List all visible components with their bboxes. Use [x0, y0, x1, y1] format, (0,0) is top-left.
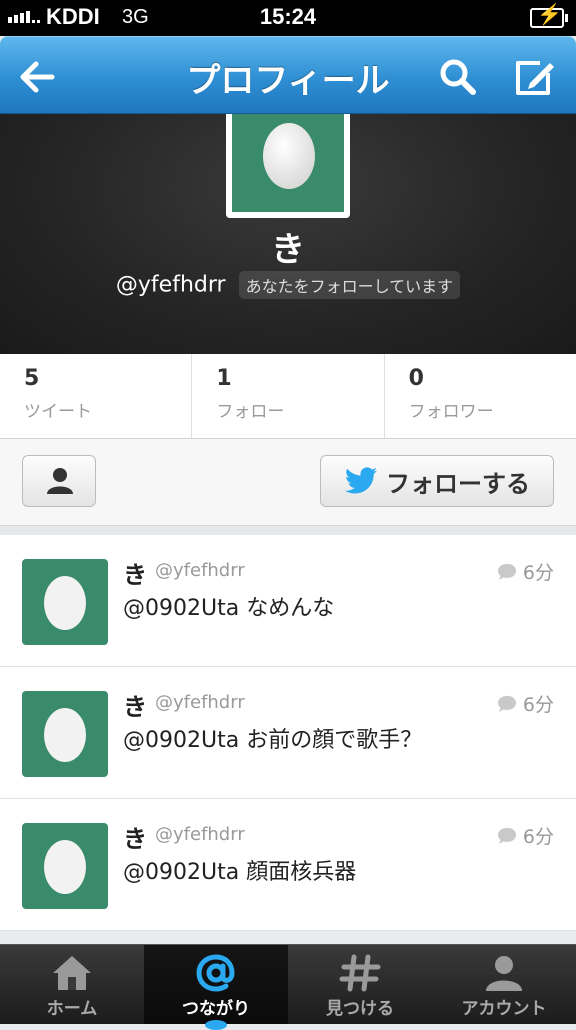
tab-label: つながり	[182, 999, 250, 1019]
tweet-text: @0902Uta お前の顔で歌手？	[123, 728, 423, 753]
tweet-item[interactable]: き @yfefhdrr 6分 @0902Uta 顔面核兵器	[0, 799, 576, 931]
reply-bubble-icon	[497, 695, 516, 712]
hash-icon	[339, 954, 381, 992]
tweet-avatar[interactable]	[22, 559, 108, 645]
at-icon	[196, 954, 235, 992]
egg-icon	[44, 840, 86, 894]
compose-icon[interactable]	[512, 55, 556, 99]
search-icon[interactable]	[436, 55, 480, 99]
navigation-bar: プロフィール	[0, 36, 576, 114]
follows-you-badge: あなたをフォローしています	[238, 271, 461, 299]
stat-label: ツイート	[24, 402, 92, 422]
tweet-author-name: き	[123, 825, 147, 853]
tweet-time-label: 6分	[522, 826, 554, 848]
egg-icon	[44, 708, 86, 762]
tweet-author-name: き	[123, 693, 147, 721]
tweet-text: @0902Uta なめんな	[123, 596, 335, 621]
tweet-item[interactable]: き @yfefhdrr 6分 @0902Uta なめんな	[0, 535, 576, 667]
stat-count: 0	[408, 366, 424, 391]
tab-label: アカウント	[461, 999, 547, 1019]
stat-tweets[interactable]: 5 ツイート	[0, 354, 193, 438]
tweet-author-handle: @yfefhdrr	[155, 560, 245, 581]
tab-home[interactable]: ホーム	[0, 945, 144, 1024]
profile-actions: フォローする	[0, 439, 576, 525]
stat-label: フォロワー	[408, 402, 494, 422]
tab-account[interactable]: アカウント	[432, 945, 576, 1024]
stat-count: 1	[216, 366, 232, 391]
home-icon	[53, 956, 91, 990]
tab-connect[interactable]: つながり	[144, 945, 288, 1030]
reply-bubble-icon	[497, 827, 516, 844]
egg-icon	[263, 123, 315, 189]
profile-meta: @yfefhdrr あなたをフォローしています	[0, 271, 576, 299]
active-tab-indicator	[205, 1020, 227, 1030]
follow-button[interactable]: フォローする	[320, 455, 554, 507]
profile-stats: 5 ツイート 1 フォロー 0 フォロワー	[0, 354, 576, 439]
tweet-time: 6分	[497, 690, 554, 717]
profile-header: き @yfefhdrr あなたをフォローしています	[0, 114, 576, 354]
tab-label: ホーム	[46, 999, 98, 1019]
stat-following[interactable]: 1 フォロー	[192, 354, 385, 438]
tweet-author-handle: @yfefhdrr	[155, 692, 245, 713]
tweet-list: き @yfefhdrr 6分 @0902Uta なめんな き @yfefhdrr…	[0, 535, 576, 931]
person-options-button[interactable]	[22, 455, 96, 507]
status-time: 15:24	[259, 4, 317, 29]
egg-icon	[44, 576, 86, 630]
follow-button-label: フォローする	[386, 469, 530, 498]
tweet-author-handle: @yfefhdrr	[155, 824, 245, 845]
tweet-author-name: き	[123, 561, 147, 589]
tweet-item[interactable]: き @yfefhdrr 6分 @0902Uta お前の顔で歌手？	[0, 667, 576, 799]
tweet-time-label: 6分	[522, 694, 554, 716]
tweet-avatar[interactable]	[22, 823, 108, 909]
tab-discover[interactable]: 見つける	[288, 945, 432, 1024]
profile-handle: @yfefhdrr	[115, 272, 226, 298]
stat-label: フォロー	[216, 402, 285, 422]
status-bar: KDDI 3G 15:24 ⚡	[0, 0, 576, 36]
stat-followers[interactable]: 0 フォロワー	[385, 354, 576, 438]
twitter-bird-icon	[344, 467, 377, 494]
battery-icon: ⚡	[530, 5, 568, 28]
section-divider	[0, 525, 576, 535]
account-icon	[486, 956, 522, 991]
person-icon	[47, 468, 73, 494]
tweet-avatar[interactable]	[22, 691, 108, 777]
tab-label: 見つける	[326, 999, 394, 1019]
reply-bubble-icon	[497, 563, 516, 580]
tweet-text: @0902Uta 顔面核兵器	[123, 860, 357, 885]
stat-count: 5	[24, 366, 40, 391]
profile-name: き	[271, 230, 305, 270]
page-title: プロフィール	[186, 61, 390, 101]
tweet-time: 6分	[497, 558, 554, 585]
profile-avatar[interactable]	[226, 114, 350, 218]
tweet-time-label: 6分	[522, 562, 554, 584]
tab-bar: ホーム つながり 見つける アカウント	[0, 944, 576, 1030]
tweet-time: 6分	[497, 822, 554, 849]
